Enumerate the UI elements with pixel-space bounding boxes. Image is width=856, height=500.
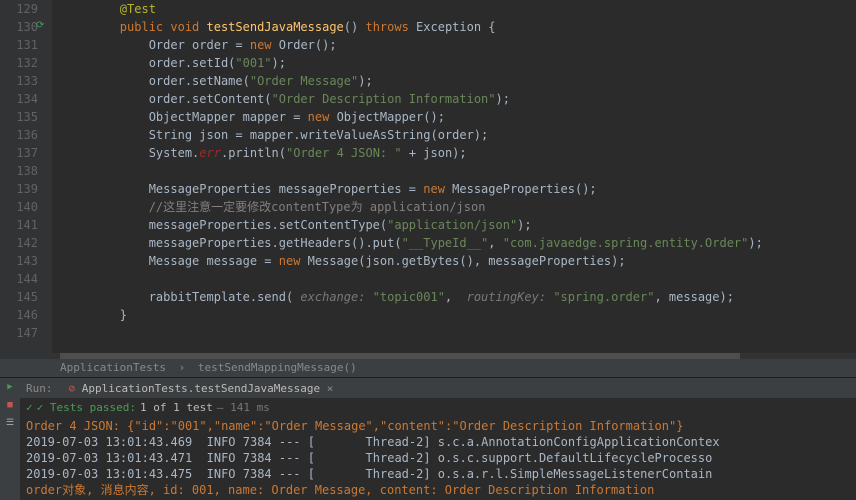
run-label: Run: (20, 382, 59, 395)
close-icon[interactable]: × (327, 382, 334, 395)
run-tab-bar: Run: ⊘ ApplicationTests.testSendJavaMess… (20, 378, 856, 398)
code-line[interactable]: order.setContent("Order Description Info… (62, 90, 856, 108)
rerun-button[interactable]: ▶ (0, 382, 20, 400)
run-tab[interactable]: ⊘ ApplicationTests.testSendJavaMessage × (59, 382, 344, 395)
editor-area: ⟳ 12913013113213313413513613713813914014… (0, 0, 856, 353)
status-count: 1 of 1 test (140, 401, 213, 414)
breadcrumb-separator: › (179, 361, 186, 374)
code-line[interactable] (62, 162, 856, 180)
code-line[interactable]: order.setId("001"); (62, 54, 856, 72)
run-toolbar: ▶ ■ ☰ (0, 378, 20, 500)
console-output[interactable]: Order 4 JSON: {"id":"001","name":"Order … (20, 416, 856, 500)
line-number: 133 (0, 72, 38, 90)
test-status-bar: ✓ ✓ Tests passed: 1 of 1 test – 141 ms (20, 398, 856, 416)
code-line[interactable]: String json = mapper.writeValueAsString(… (62, 126, 856, 144)
line-number: 147 (0, 324, 38, 342)
console-line: order对象, 消息内容, id: 001, name: Order Mess… (26, 482, 850, 498)
code-line[interactable]: ObjectMapper mapper = new ObjectMapper()… (62, 108, 856, 126)
code-line[interactable] (62, 270, 856, 288)
line-number: 135 (0, 108, 38, 126)
breadcrumb-item[interactable]: ApplicationTests (60, 361, 166, 374)
line-number: 137 (0, 144, 38, 162)
line-number: 139 (0, 180, 38, 198)
line-number: 146 (0, 306, 38, 324)
code-line[interactable]: order.setName("Order Message"); (62, 72, 856, 90)
code-line[interactable]: MessageProperties messageProperties = ne… (62, 180, 856, 198)
code-line[interactable]: Order order = new Order(); (62, 36, 856, 54)
code-line[interactable] (62, 324, 856, 342)
code-line[interactable]: } (62, 306, 856, 324)
run-test-icon[interactable]: ⟳ (36, 20, 44, 31)
line-number: 130 (0, 18, 38, 36)
code-line[interactable]: //这里注意一定要修改contentType为 application/json (62, 198, 856, 216)
line-number: 129 (0, 0, 38, 18)
line-number: 134 (0, 90, 38, 108)
line-number: 145 (0, 288, 38, 306)
line-number: 141 (0, 216, 38, 234)
breadcrumb-item[interactable]: testSendMappingMessage() (198, 361, 357, 374)
console-line: Order 4 JSON: {"id":"001","name":"Order … (26, 418, 850, 434)
line-number: 144 (0, 270, 38, 288)
run-panel: ▶ ■ ☰ Run: ⊘ ApplicationTests.testSendJa… (0, 377, 856, 500)
code-editor[interactable]: @Test public void testSendJavaMessage() … (52, 0, 856, 353)
breadcrumb[interactable]: ApplicationTests › testSendMappingMessag… (0, 359, 856, 377)
toggle-button[interactable]: ☰ (0, 418, 20, 436)
run-tab-label: ApplicationTests.testSendJavaMessage (82, 382, 320, 395)
line-number: 142 (0, 234, 38, 252)
code-line[interactable]: System.err.println("Order 4 JSON: " + js… (62, 144, 856, 162)
status-text: ✓ Tests passed: (37, 401, 136, 414)
code-line[interactable]: rabbitTemplate.send( exchange: "topic001… (62, 288, 856, 306)
line-number: 143 (0, 252, 38, 270)
console-line: 2019-07-03 13:01:43.475 INFO 7384 --- [ … (26, 466, 850, 482)
status-duration: – 141 ms (217, 401, 270, 414)
code-line[interactable]: messageProperties.getHeaders().put("__Ty… (62, 234, 856, 252)
line-number: 138 (0, 162, 38, 180)
line-number: 131 (0, 36, 38, 54)
code-line[interactable]: Message message = new Message(json.getBy… (62, 252, 856, 270)
stop-button[interactable]: ■ (0, 400, 20, 418)
run-body: Run: ⊘ ApplicationTests.testSendJavaMess… (20, 378, 856, 500)
test-icon: ⊘ (69, 382, 76, 395)
code-line[interactable]: public void testSendJavaMessage() throws… (62, 18, 856, 36)
line-number: 136 (0, 126, 38, 144)
console-line: 2019-07-03 13:01:43.471 INFO 7384 --- [ … (26, 450, 850, 466)
line-number: 132 (0, 54, 38, 72)
line-gutter: ⟳ 12913013113213313413513613713813914014… (0, 0, 52, 353)
line-number: 140 (0, 198, 38, 216)
check-icon: ✓ (26, 401, 33, 414)
code-line[interactable]: @Test (62, 0, 856, 18)
code-line[interactable]: messageProperties.setContentType("applic… (62, 216, 856, 234)
console-line: 2019-07-03 13:01:43.469 INFO 7384 --- [ … (26, 434, 850, 450)
